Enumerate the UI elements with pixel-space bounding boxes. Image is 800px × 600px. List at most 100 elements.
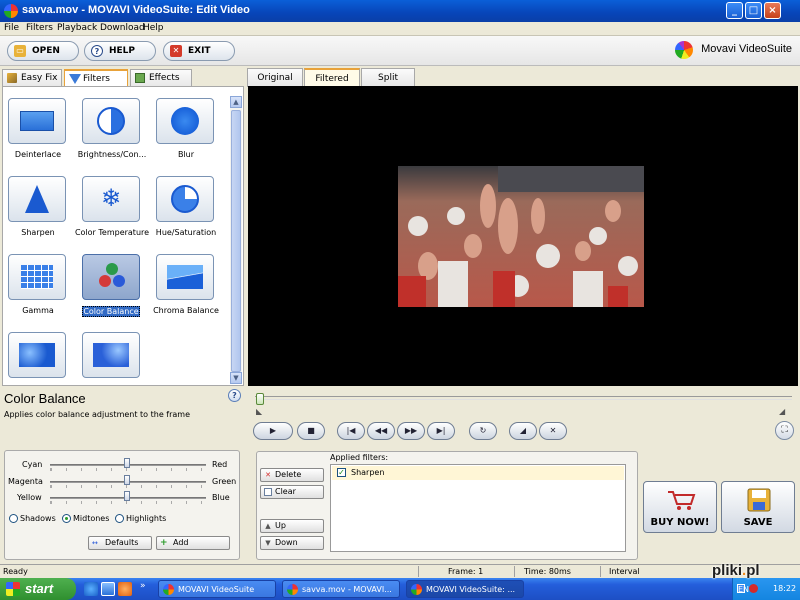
cart-icon: [668, 491, 696, 510]
windows-logo-icon: [6, 582, 20, 596]
delete-icon: ✕: [265, 471, 271, 479]
deinterlace-icon: [20, 111, 54, 131]
task-label: MOVAVI VideoSuite: [178, 585, 255, 594]
filter-sharpen[interactable]: [8, 176, 66, 222]
scroll-up-icon[interactable]: ▲: [230, 96, 242, 108]
buy-now-label: BUY NOW!: [650, 517, 710, 528]
defaults-button[interactable]: ↔ Defaults: [88, 536, 152, 550]
exit-icon: ✕: [170, 45, 182, 57]
slider-yellow-blue-thumb[interactable]: [124, 491, 130, 501]
loop-button[interactable]: ↻: [469, 422, 497, 440]
filter-help-icon[interactable]: ?: [228, 389, 241, 402]
applied-filter-checkbox[interactable]: ✓: [337, 468, 346, 477]
filter-color-temperature-label: Color Temperature: [74, 228, 150, 237]
tray-app-icon[interactable]: [749, 584, 758, 593]
fast-forward-button[interactable]: ▶▶: [397, 422, 425, 440]
stop-button[interactable]: ■: [297, 422, 325, 440]
buy-now-button[interactable]: BUY NOW!: [643, 481, 717, 533]
filter-color-balance[interactable]: [82, 254, 140, 300]
add-filter-button-label: Add: [173, 538, 189, 547]
marker-out-icon[interactable]: ◢: [779, 407, 785, 416]
filter-brightness-label: Brightness/Con...: [77, 150, 147, 159]
delete-button[interactable]: ✕ Delete: [260, 468, 324, 482]
task-movavi-videosuite[interactable]: MOVAVI VideoSuite: [158, 580, 276, 598]
filter-chroma-balance[interactable]: [156, 254, 214, 300]
ie-icon[interactable]: [84, 582, 98, 596]
play-button[interactable]: ▶: [253, 422, 293, 440]
filter-deinterlace[interactable]: [8, 98, 66, 144]
midtones-radio[interactable]: [62, 514, 71, 523]
save-label: SAVE: [743, 517, 773, 528]
menu-download[interactable]: Download: [100, 23, 145, 33]
tab-filters[interactable]: Filters: [64, 69, 128, 87]
shadows-radio[interactable]: [9, 514, 18, 523]
scroll-thumb[interactable]: [231, 110, 241, 372]
add-filter-button[interactable]: + Add: [156, 536, 230, 550]
app-icon[interactable]: [4, 4, 18, 18]
snowflake-icon: ❄: [100, 184, 122, 212]
slider-cyan-red-thumb[interactable]: [124, 458, 130, 468]
filter-brightness[interactable]: [82, 98, 140, 144]
open-button[interactable]: ▭ OPEN: [7, 41, 79, 61]
filter-blur[interactable]: [156, 98, 214, 144]
timeline-track[interactable]: [255, 396, 792, 400]
filter-gamma-label: Gamma: [22, 306, 54, 315]
filter-color-temperature[interactable]: ❄: [82, 176, 140, 222]
start-button[interactable]: start: [0, 578, 76, 600]
filter-hue-saturation[interactable]: [156, 176, 214, 222]
tab-split[interactable]: Split: [361, 68, 415, 87]
applied-filter-item[interactable]: ✓ Sharpen: [332, 466, 624, 480]
reset-icon: ↔: [92, 539, 98, 547]
volume-button[interactable]: ◢: [509, 422, 537, 440]
highlights-radio[interactable]: [115, 514, 124, 523]
filter-noise[interactable]: [82, 332, 140, 378]
folder-icon: ▭: [14, 45, 26, 57]
highlights-label: Highlights: [126, 514, 167, 523]
move-down-button[interactable]: ▼ Down: [260, 536, 324, 550]
filter-texture[interactable]: [8, 332, 66, 378]
mute-button[interactable]: ✕: [539, 422, 567, 440]
exit-button[interactable]: ✕ EXIT: [163, 41, 235, 61]
slider-blue-label: Blue: [212, 493, 230, 502]
move-up-button[interactable]: ▲ Up: [260, 519, 324, 533]
maximize-button[interactable]: □: [745, 2, 762, 19]
fullscreen-button[interactable]: ⛶: [775, 421, 794, 440]
menu-filters[interactable]: Filters: [26, 23, 53, 33]
show-desktop-icon[interactable]: [101, 582, 115, 596]
tab-original[interactable]: Original: [247, 68, 303, 87]
tab-filtered[interactable]: Filtered: [304, 68, 360, 87]
filter-chroma-balance-label: Chroma Balance: [153, 306, 219, 315]
midtones-label: Midtones: [73, 514, 110, 523]
go-end-button[interactable]: ▶|: [427, 422, 455, 440]
tab-effects[interactable]: Effects: [130, 69, 192, 86]
slider-magenta-green-thumb[interactable]: [124, 475, 130, 485]
language-icon[interactable]: EN: [737, 584, 749, 594]
filter-gamma[interactable]: [8, 254, 66, 300]
scroll-down-icon[interactable]: ▼: [230, 372, 242, 384]
sharpen-icon: [25, 185, 49, 213]
quicklaunch-more-icon[interactable]: »: [140, 581, 146, 591]
menu-help[interactable]: Help: [143, 23, 164, 33]
task-movavi-edit-video[interactable]: MOVAVI VideoSuite: ...: [406, 580, 524, 598]
minimize-button[interactable]: _: [726, 2, 743, 19]
task-savva-edit[interactable]: savva.mov - MOVAVI...: [282, 580, 400, 598]
timeline-playhead[interactable]: [256, 393, 264, 405]
close-button[interactable]: ×: [764, 2, 781, 19]
menu-playback[interactable]: Playback: [57, 23, 97, 33]
save-button[interactable]: SAVE: [721, 481, 795, 533]
clock[interactable]: 18:22: [773, 584, 796, 593]
status-state: Ready: [3, 567, 28, 576]
marker-in-icon[interactable]: ◣: [256, 407, 262, 416]
menu-file[interactable]: File: [4, 23, 19, 33]
help-button[interactable]: ? HELP: [84, 41, 156, 61]
window-title: savva.mov - MOVAVI VideoSuite: Edit Vide…: [22, 4, 250, 16]
tab-easy-fix[interactable]: Easy Fix: [2, 69, 62, 86]
hue-icon: [171, 185, 199, 213]
media-player-icon[interactable]: [118, 582, 132, 596]
clear-button[interactable]: Clear: [260, 485, 324, 499]
task-label: savva.mov - MOVAVI...: [302, 585, 392, 594]
go-start-button[interactable]: |◀: [337, 422, 365, 440]
filter-scrollbar[interactable]: ▲ ▼: [230, 96, 242, 384]
rewind-button[interactable]: ◀◀: [367, 422, 395, 440]
noise-icon: [93, 343, 129, 367]
